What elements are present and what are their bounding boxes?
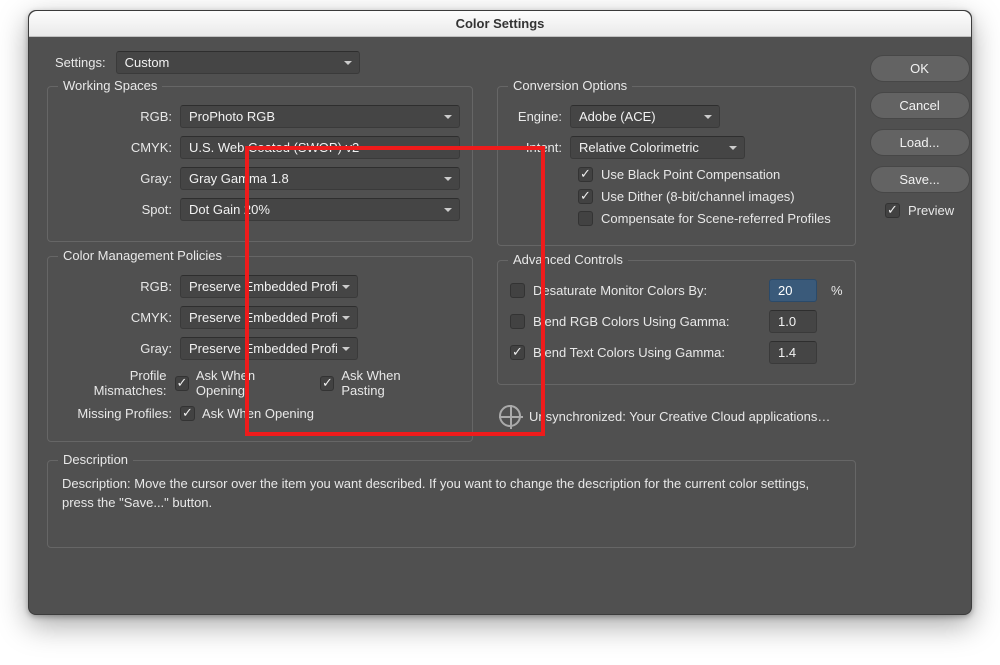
settings-select[interactable]: Custom [116,51,360,74]
blend-rgb-label: Blend RGB Colors Using Gamma: [533,314,761,329]
dither-label: Use Dither (8-bit/channel images) [601,189,795,204]
cm-gray-label: Gray: [60,341,180,356]
ws-gray-select[interactable]: Gray Gamma 1.8 [180,167,460,190]
desat-checkbox[interactable] [510,283,525,298]
working-spaces-legend: Working Spaces [58,78,162,93]
dither-checkbox[interactable] [578,189,593,204]
description-text: Description: Move the cursor over the it… [62,475,841,513]
ws-cmyk-label: CMYK: [60,140,180,155]
ask-open-missing-checkbox[interactable] [180,406,195,421]
save-button[interactable]: Save... [870,166,970,193]
ask-paste-checkbox[interactable] [320,376,334,391]
cm-rgb-label: RGB: [60,279,180,294]
conversion-legend: Conversion Options [508,78,632,93]
ok-button[interactable]: OK [870,55,970,82]
engine-select[interactable]: Adobe (ACE) [570,105,720,128]
sync-text: Unsynchronized: Your Creative Cloud appl… [529,409,830,424]
load-button[interactable]: Load... [870,129,970,156]
ask-open-mismatch-label: Ask When Opening [196,368,302,398]
desat-label: Desaturate Monitor Colors By: [533,283,761,298]
desat-unit: % [831,283,843,298]
ask-paste-label: Ask When Pasting [341,368,442,398]
ws-spot-select[interactable]: Dot Gain 20% [180,198,460,221]
blend-rgb-checkbox[interactable] [510,314,525,329]
black-point-checkbox[interactable] [578,167,593,182]
ws-gray-label: Gray: [60,171,180,186]
cm-rgb-select[interactable]: Preserve Embedded Profiles [180,275,358,298]
preview-checkbox[interactable] [885,203,900,218]
sync-row: Unsynchronized: Your Creative Cloud appl… [497,399,856,429]
intent-label: Intent: [510,140,570,155]
color-mgmt-fieldset: Color Management Policies RGB: Preserve … [47,256,473,442]
left-column: Working Spaces RGB: ProPhoto RGB CMYK: U… [47,86,473,456]
description-fieldset: Description Description: Move the cursor… [47,460,856,548]
conversion-fieldset: Conversion Options Engine: Adobe (ACE) I… [497,86,856,246]
working-spaces-fieldset: Working Spaces RGB: ProPhoto RGB CMYK: U… [47,86,473,242]
intent-select[interactable]: Relative Colorimetric [570,136,745,159]
cm-cmyk-select[interactable]: Preserve Embedded Profiles [180,306,358,329]
sync-icon [499,405,521,427]
ws-spot-label: Spot: [60,202,180,217]
cm-cmyk-label: CMYK: [60,310,180,325]
ask-open-mismatch-checkbox[interactable] [175,376,189,391]
scene-ref-label: Compensate for Scene-referred Profiles [601,211,831,226]
button-panel: OK Cancel Load... Save... Preview [870,51,970,548]
description-legend: Description [58,452,133,467]
blend-rgb-input[interactable] [769,310,817,333]
cancel-button[interactable]: Cancel [870,92,970,119]
dialog-content: Settings: Custom Working Spaces RGB: Pro… [29,37,971,566]
two-columns: Working Spaces RGB: ProPhoto RGB CMYK: U… [47,86,856,456]
settings-label: Settings: [55,55,106,70]
desat-input[interactable] [769,279,817,302]
blend-text-label: Blend Text Colors Using Gamma: [533,345,761,360]
advanced-legend: Advanced Controls [508,252,628,267]
blend-text-input[interactable] [769,341,817,364]
ws-cmyk-select[interactable]: U.S. Web Coated (SWOP) v2 [180,136,460,159]
color-settings-dialog: Color Settings Settings: Custom Working … [28,10,972,615]
scene-ref-checkbox[interactable] [578,211,593,226]
left-panel: Settings: Custom Working Spaces RGB: Pro… [47,51,856,548]
missing-profiles-label: Missing Profiles: [60,406,180,421]
color-mgmt-legend: Color Management Policies [58,248,227,263]
preview-label: Preview [908,203,954,218]
ws-rgb-select[interactable]: ProPhoto RGB [180,105,460,128]
ws-rgb-label: RGB: [60,109,180,124]
blend-text-checkbox[interactable] [510,345,525,360]
profile-mismatch-label: Profile Mismatches: [60,368,175,398]
engine-label: Engine: [510,109,570,124]
ask-open-missing-label: Ask When Opening [202,406,314,421]
dialog-title: Color Settings [29,11,971,37]
cm-gray-select[interactable]: Preserve Embedded Profiles [180,337,358,360]
right-column: Conversion Options Engine: Adobe (ACE) I… [497,86,856,456]
advanced-fieldset: Advanced Controls Desaturate Monitor Col… [497,260,856,385]
black-point-label: Use Black Point Compensation [601,167,780,182]
settings-row: Settings: Custom [47,51,856,74]
